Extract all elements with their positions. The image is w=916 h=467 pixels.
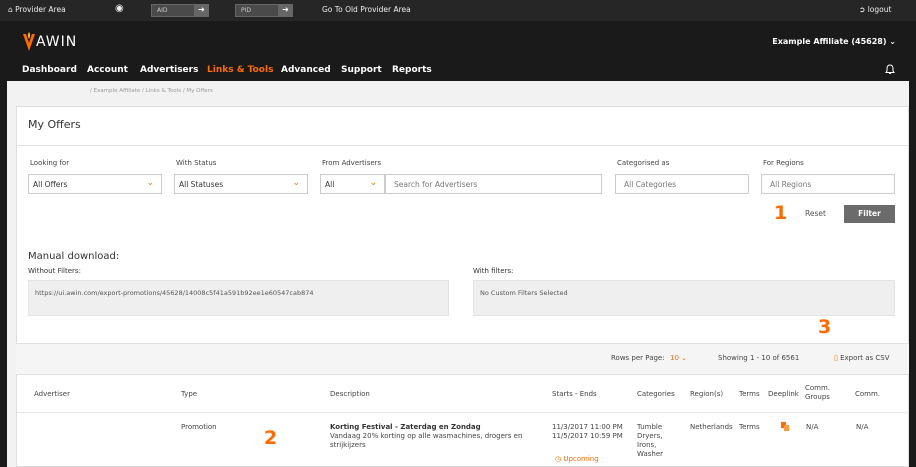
for-regions-label: For Regions (763, 159, 804, 167)
col-regions[interactable]: Region(s) (690, 390, 723, 398)
with-status-label: With Status (176, 159, 217, 167)
with-status-select[interactable]: All Statuses ⌄ (174, 174, 308, 194)
reset-button[interactable]: Reset (805, 209, 826, 218)
user-icon[interactable]: ◉ (115, 3, 124, 14)
affiliate-menu[interactable]: Example Affiliate (45628) ⌄ (772, 37, 896, 46)
annotation-number: 3 (818, 316, 832, 338)
col-deeplink[interactable]: Deeplink (768, 390, 799, 398)
provider-area-link[interactable]: ⌂ Provider Area (8, 5, 66, 14)
offer-title[interactable]: Korting Festival - Zaterdag en Zondag (330, 423, 535, 432)
nav-support[interactable]: Support (341, 65, 382, 75)
aid-input[interactable]: AID (151, 4, 196, 17)
annotation-number: 1 (774, 202, 788, 224)
row-regions: Netherlands (690, 423, 733, 431)
logout-link[interactable]: ➲ logout (859, 5, 891, 14)
export-csv-button[interactable]: ▯ Export as CSV (834, 354, 890, 362)
bell-icon[interactable] (885, 64, 895, 75)
offer-description: Vandaag 20% korting op alle wasmachines,… (330, 432, 523, 449)
clock-icon: ◷ (555, 455, 562, 463)
col-comm[interactable]: Comm. (855, 390, 880, 398)
filter-button[interactable]: Filter (844, 205, 895, 223)
nav-advanced[interactable]: Advanced (281, 65, 331, 75)
start-date: 11/3/2017 11:00 PM (552, 423, 623, 431)
col-comm-groups[interactable]: Comm. Groups (805, 384, 841, 402)
pid-input[interactable]: PID (235, 4, 280, 17)
row-type: Promotion (181, 423, 217, 431)
rows-per-page-select[interactable]: 10 ⌄ (670, 354, 687, 362)
divider (16, 412, 909, 413)
col-categories[interactable]: Categories (637, 390, 675, 398)
rows-per-page-label: Rows per Page: (611, 354, 665, 362)
breadcrumb: / Example Affiliate / Links & Tools / My… (90, 88, 213, 94)
old-provider-area-link[interactable]: Go To Old Provider Area (322, 5, 411, 14)
with-filters-value: No Custom Filters Selected (473, 280, 895, 316)
nav-advertisers[interactable]: Advertisers (140, 65, 198, 75)
chevron-down-icon: ⌄ (681, 354, 688, 362)
chevron-down-icon: ⌄ (292, 178, 300, 188)
without-filters-url[interactable]: https://ui.awin.com/export-promotions/45… (28, 280, 449, 316)
pid-go-arrow-icon[interactable]: ➜ (278, 4, 293, 17)
home-icon: ⌂ (8, 5, 13, 14)
row-dates: 11/3/2017 11:00 PM 11/5/2017 10:59 PM (552, 423, 623, 441)
awin-flame-icon (23, 32, 35, 51)
chevron-down-icon: ⌄ (146, 178, 154, 188)
col-type[interactable]: Type (181, 390, 197, 398)
chevron-down-icon: ⌄ (369, 178, 377, 188)
nav-reports[interactable]: Reports (392, 65, 432, 75)
aid-go-arrow-icon[interactable]: ➜ (194, 4, 209, 17)
with-filters-label: With filters: (473, 267, 514, 275)
regions-input[interactable]: All Regions (761, 174, 895, 194)
looking-for-select[interactable]: All Offers ⌄ (28, 174, 162, 194)
page-title: My Offers (28, 118, 81, 131)
from-advertisers-label: From Advertisers (322, 159, 382, 167)
looking-for-label: Looking for (30, 159, 70, 167)
nav-links-tools[interactable]: Links & Tools (207, 65, 273, 75)
advertiser-search-input[interactable]: Search for Advertisers (385, 174, 602, 194)
row-categories: Tumble Dryers, Irons, Washer (637, 423, 664, 458)
categories-input[interactable]: All Categories (615, 174, 749, 194)
divider (16, 145, 909, 146)
deeplink-copy-icon[interactable] (780, 421, 790, 432)
awin-logo[interactable]: AWIN (36, 34, 77, 50)
categorised-as-label: Categorised as (617, 159, 670, 167)
nav-account[interactable]: Account (87, 65, 128, 75)
provider-bar (0, 0, 916, 21)
status-badge: ◷ Upcoming (555, 455, 599, 463)
advertisers-scope-select[interactable]: All ⌄ (320, 174, 385, 194)
col-terms[interactable]: Terms (739, 390, 760, 398)
main-nav (0, 59, 916, 81)
end-date: 11/5/2017 10:59 PM (552, 432, 623, 440)
col-starts-ends[interactable]: Starts - Ends (552, 390, 597, 398)
showing-count: Showing 1 - 10 of 6561 (718, 354, 800, 362)
manual-download-title: Manual download: (28, 251, 120, 262)
row-comm: N/A (856, 423, 869, 431)
col-advertiser[interactable]: Advertiser (34, 390, 70, 398)
row-terms-link[interactable]: Terms (739, 423, 760, 432)
without-filters-label: Without Filters: (28, 267, 81, 275)
logout-icon: ➲ (859, 5, 866, 14)
chevron-down-icon: ⌄ (889, 37, 896, 46)
csv-file-icon: ▯ (834, 354, 838, 362)
col-description[interactable]: Description (330, 390, 370, 398)
nav-dashboard[interactable]: Dashboard (22, 65, 77, 75)
annotation-number: 2 (264, 427, 278, 449)
row-description: Korting Festival - Zaterdag en Zondag Va… (330, 423, 535, 450)
row-comm-groups: N/A (806, 423, 819, 431)
